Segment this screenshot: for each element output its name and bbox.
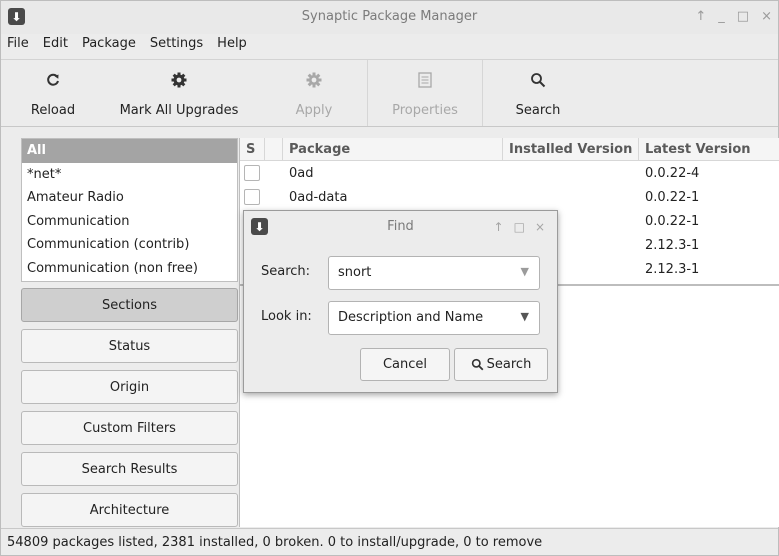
cancel-button[interactable]: Cancel xyxy=(360,348,450,381)
package-name: 0ad-data xyxy=(289,190,348,205)
table-row[interactable]: 0ad-data 0.0.22-1 xyxy=(240,186,779,210)
install-checkbox[interactable] xyxy=(244,165,260,181)
column-status[interactable]: S xyxy=(240,138,265,161)
toolbar-separator xyxy=(367,60,368,126)
latest-version: 0.0.22-1 xyxy=(645,214,700,229)
maximize-icon[interactable]: □ xyxy=(737,9,749,24)
dialog-title-bar: ⬇ Find ↑ □ × xyxy=(244,211,557,243)
menu-settings[interactable]: Settings xyxy=(150,36,203,58)
toolbar: Reload Mark All Upgrades Apply Propertie… xyxy=(1,59,778,127)
install-checkbox[interactable] xyxy=(244,189,260,205)
close-icon[interactable]: × xyxy=(535,220,545,234)
keep-above-icon[interactable]: ↑ xyxy=(494,220,504,234)
window-title: Synaptic Package Manager xyxy=(301,9,478,24)
section-item[interactable]: Communication (non free) xyxy=(22,257,237,281)
column-latest-version[interactable]: Latest Version xyxy=(639,138,779,161)
latest-version: 0.0.22-1 xyxy=(645,190,700,205)
section-item[interactable]: Amateur Radio xyxy=(22,186,237,210)
status-filter-button[interactable]: Status xyxy=(21,329,238,363)
look-in-select[interactable]: Description and Name ▼ xyxy=(328,301,540,335)
look-in-value: Description and Name xyxy=(338,310,484,325)
mark-all-upgrades-button[interactable]: Mark All Upgrades xyxy=(109,60,249,126)
search-icon xyxy=(530,72,546,90)
latest-version: 2.12.3-1 xyxy=(645,238,700,253)
section-item[interactable]: Communication (contrib) xyxy=(22,233,237,257)
chevron-down-icon: ▼ xyxy=(520,310,529,323)
package-name: 0ad xyxy=(289,166,314,181)
reload-button[interactable]: Reload xyxy=(9,60,97,126)
synaptic-window: ⬇ Synaptic Package Manager ↑ _ □ × File … xyxy=(0,0,779,556)
sections-filter-button[interactable]: Sections xyxy=(21,288,238,322)
maximize-icon[interactable]: □ xyxy=(514,220,525,234)
column-package[interactable]: Package xyxy=(283,138,503,161)
search-button[interactable]: Search xyxy=(493,60,583,126)
keep-above-icon[interactable]: ↑ xyxy=(695,9,706,24)
search-icon xyxy=(471,358,484,371)
architecture-filter-button[interactable]: Architecture xyxy=(21,493,238,527)
package-list-header: S Package Installed Version Latest Versi… xyxy=(240,138,779,161)
find-search-button[interactable]: Search xyxy=(454,348,548,381)
section-item[interactable]: Communication xyxy=(22,210,237,234)
section-item-all[interactable]: All xyxy=(22,139,237,163)
gear-icon xyxy=(171,72,187,90)
section-list: All *net* Amateur Radio Communication Co… xyxy=(21,138,238,282)
find-dialog: ⬇ Find ↑ □ × Search: snort ▼ Look in: De… xyxy=(243,210,558,393)
latest-version: 2.12.3-1 xyxy=(645,262,700,277)
chevron-down-icon[interactable]: ▼ xyxy=(521,265,529,278)
search-label: Search: xyxy=(261,264,311,279)
status-bar: 54809 packages listed, 2381 installed, 0… xyxy=(1,528,778,556)
toolbar-separator xyxy=(482,60,483,126)
search-input[interactable]: snort ▼ xyxy=(328,256,540,290)
menu-package[interactable]: Package xyxy=(82,36,136,58)
menu-help[interactable]: Help xyxy=(217,36,247,58)
title-bar: ⬇ Synaptic Package Manager ↑ _ □ × xyxy=(1,1,778,34)
latest-version: 0.0.22-4 xyxy=(645,166,700,181)
minimize-icon[interactable]: _ xyxy=(718,9,725,24)
properties-button[interactable]: Properties xyxy=(373,60,477,126)
search-results-button[interactable]: Search Results xyxy=(21,452,238,486)
dialog-controls: ↑ □ × xyxy=(494,220,545,234)
apply-button[interactable]: Apply xyxy=(269,60,359,126)
origin-filter-button[interactable]: Origin xyxy=(21,370,238,404)
column-spacer xyxy=(265,138,283,161)
menu-edit[interactable]: Edit xyxy=(43,36,68,58)
close-icon[interactable]: × xyxy=(761,9,772,24)
menu-bar: File Edit Package Settings Help xyxy=(1,36,261,58)
search-input-value: snort xyxy=(338,265,372,280)
menu-file[interactable]: File xyxy=(7,36,29,58)
gear-icon xyxy=(306,72,322,90)
look-in-label: Look in: xyxy=(261,309,312,324)
properties-icon xyxy=(418,72,432,90)
section-item[interactable]: *net* xyxy=(22,163,237,187)
custom-filters-button[interactable]: Custom Filters xyxy=(21,411,238,445)
table-row[interactable]: 0ad 0.0.22-4 xyxy=(240,162,779,186)
reload-icon xyxy=(45,72,61,90)
window-controls: ↑ _ □ × xyxy=(695,9,772,24)
column-installed-version[interactable]: Installed Version xyxy=(503,138,639,161)
